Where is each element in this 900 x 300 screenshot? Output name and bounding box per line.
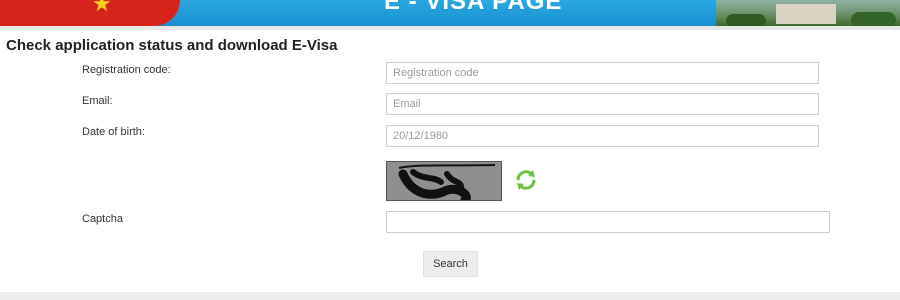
banner-title: E - VISA PAGE (384, 0, 563, 15)
captcha-label: Captcha (82, 213, 123, 225)
vietnam-flag: ★ (0, 0, 180, 26)
building-image (776, 4, 836, 24)
header-divider (0, 26, 900, 30)
flag-star-icon: ★ (92, 0, 112, 16)
date-of-birth-label: Date of birth: (82, 126, 145, 138)
banner-photo (716, 0, 900, 26)
footer-bar (0, 292, 900, 300)
tree-image (726, 14, 766, 26)
search-button[interactable]: Search (423, 251, 478, 277)
tree-image (851, 12, 896, 26)
email-label: Email: (82, 95, 113, 107)
date-of-birth-input[interactable] (386, 125, 819, 147)
email-input[interactable] (386, 93, 819, 115)
header-banner: ★ E - VISA PAGE (0, 0, 900, 26)
page-title: Check application status and download E-… (6, 37, 338, 54)
captcha-scribble (398, 164, 496, 200)
registration-code-label: Registration code: (82, 64, 171, 76)
refresh-icon[interactable] (514, 168, 538, 192)
captcha-input[interactable] (386, 211, 830, 233)
captcha-image (386, 161, 502, 201)
registration-code-input[interactable] (386, 62, 819, 84)
